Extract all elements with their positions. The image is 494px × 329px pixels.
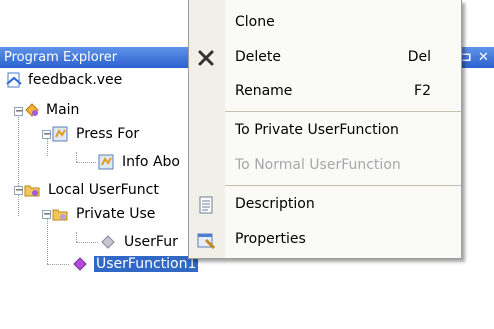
object-icon [52,126,68,142]
tree-item-label: Main [46,102,80,118]
close-icon[interactable]: ✕ [478,47,489,68]
collapse-toggle-local-userfunctions[interactable]: − [14,186,23,196]
menu-separator [225,185,461,186]
menu-item-label: Delete [235,49,281,65]
tree-item-label: Local UserFunct [48,182,159,198]
menu-item-label: Rename [235,83,293,99]
tree-item-label: UserFur [124,234,178,250]
menu-item-shortcut: F2 [414,83,431,99]
context-menu: Clone Delete Del Rename F2 To Private Us… [188,0,462,259]
menu-item-label: Description [235,196,315,212]
vee-file-icon [6,72,22,88]
tree-item-feedback-vee[interactable]: feedback.vee [6,70,124,90]
tree-item-local-userfunctions[interactable]: Local UserFunct [24,180,161,200]
tree-item-press-for[interactable]: Press For [52,124,141,144]
folder-icon [24,185,40,197]
tree-item-userfunction-private[interactable]: UserFur [100,232,180,252]
tree-item-private-userfunctions[interactable]: Private Use [52,204,157,224]
tree-item-label: Info Abo [122,154,180,170]
menu-item-label: Properties [235,231,306,247]
collapse-toggle-press-for[interactable]: − [42,130,51,140]
object-icon [98,154,114,170]
menu-item-to-private-userfunction[interactable]: To Private UserFunction [189,116,461,144]
menu-item-shortcut: Del [407,49,431,65]
menu-item-clone[interactable]: Clone [189,8,461,36]
tree-item-label: Press For [76,126,140,142]
properties-icon [197,233,215,249]
userfunction-icon [73,257,87,271]
explorer-title: Program Explorer [4,50,118,65]
menu-item-label: To Private UserFunction [235,122,399,138]
tree-item-main[interactable]: Main [24,100,81,120]
tree-item-info-about[interactable]: Info Abo [98,152,182,172]
menu-item-properties[interactable]: Properties [189,225,461,253]
menu-item-rename[interactable]: Rename F2 [189,77,461,105]
menu-item-delete[interactable]: Delete Del [189,43,461,71]
menu-separator [225,111,461,112]
tree-item-userfunction1[interactable]: UserFunction1 [72,254,199,274]
main-program-icon [25,103,39,117]
menu-item-label: To Normal UserFunction [235,157,401,173]
userfunction-icon [101,235,115,249]
folder-icon [52,209,68,221]
tree-item-label: UserFunction1 [94,256,199,272]
menu-item-description[interactable]: Description [189,190,461,218]
pin-icon[interactable]: ⊐ [461,47,472,68]
tree-item-label: feedback.vee [28,72,123,88]
tree-item-label: Private Use [76,206,156,222]
delete-icon [198,50,214,66]
menu-item-to-normal-userfunction: To Normal UserFunction [189,151,461,179]
collapse-toggle-private-userfunctions[interactable]: − [42,210,51,220]
description-icon [199,196,213,214]
menu-item-label: Clone [235,14,275,30]
collapse-toggle-main[interactable]: − [14,107,23,117]
